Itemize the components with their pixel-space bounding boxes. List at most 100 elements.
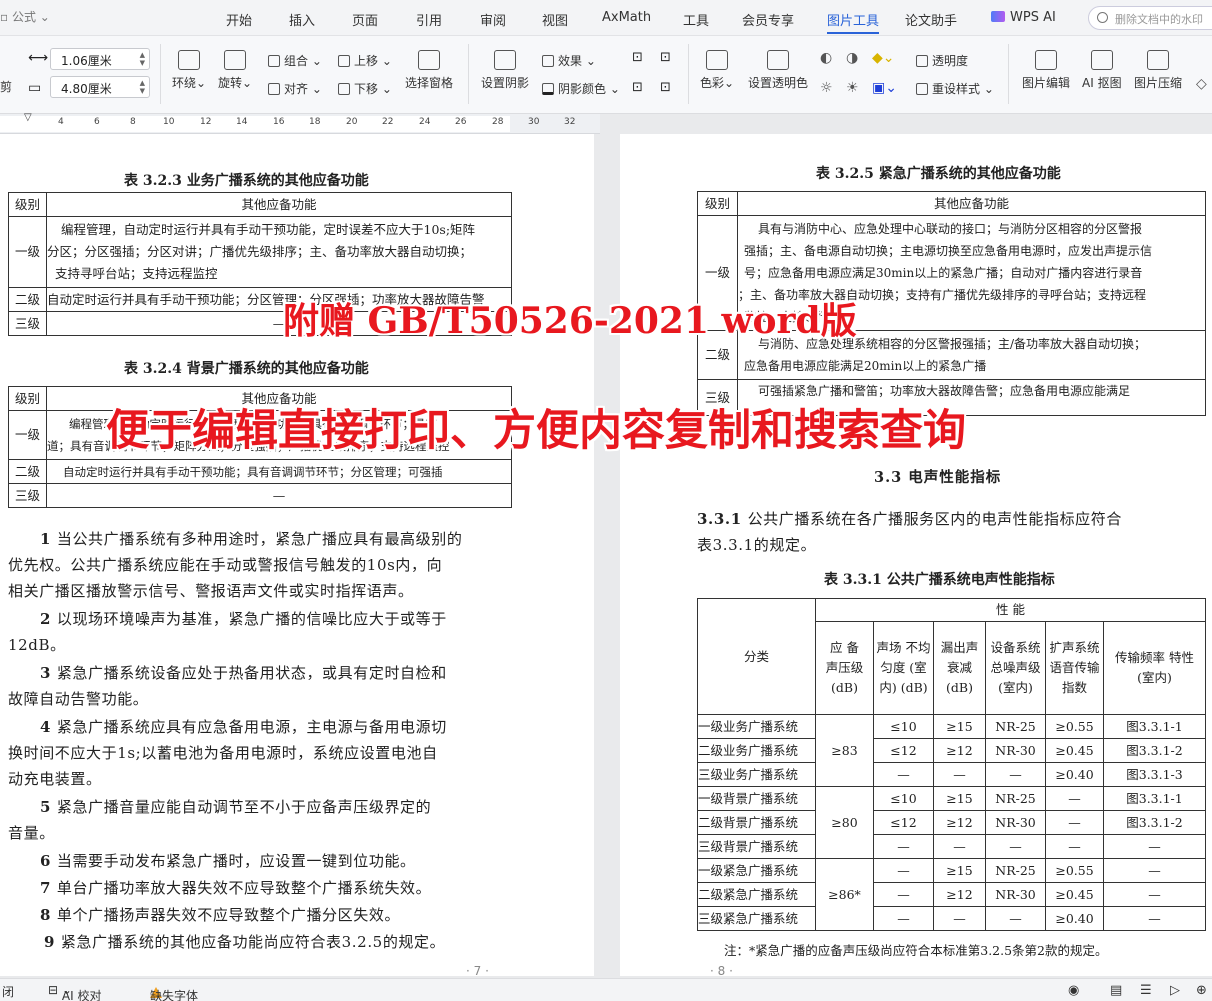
send-backward-icon: [338, 83, 350, 95]
status-left-label[interactable]: 闭: [2, 983, 14, 1000]
tab-member[interactable]: 会员专享: [742, 10, 794, 29]
shadow-nudge-left-icon[interactable]: ⊡: [632, 80, 643, 95]
table-row: 二级业务广播系统 ≤12 ≥12 NR-30 ≥0.45 图3.3.1-2: [697, 738, 1206, 763]
play-icon[interactable]: ▷: [1170, 983, 1180, 998]
transparency-button[interactable]: 透明度: [916, 52, 968, 69]
paragraph-8: 8 单个广播扬声器失效不应导致整个广播分区失效。: [40, 906, 401, 924]
shadow-button[interactable]: 设置阴影: [481, 50, 529, 91]
outline-view-icon[interactable]: ☰: [1140, 983, 1152, 998]
selection-pane-button[interactable]: 选择窗格: [405, 50, 453, 91]
effect-button[interactable]: 效果 ⌄: [542, 52, 596, 69]
tab-references[interactable]: 引用: [416, 10, 442, 29]
brightness-down-icon[interactable]: ☀: [846, 80, 859, 96]
image-edit-button[interactable]: 图片编辑: [1022, 50, 1070, 91]
tab-insert[interactable]: 插入: [289, 10, 315, 29]
search-icon: [1097, 12, 1108, 23]
height-input[interactable]: 4.80厘米 ▲ ▼: [50, 76, 150, 98]
tab-home[interactable]: 开始: [226, 10, 252, 29]
width-spinner[interactable]: ▲ ▼: [140, 51, 145, 67]
paragraph-4: 4 紧急广播系统应具有应急备用电源，主电源与备用电源切 换时间不应大于1s;以蓄…: [8, 718, 447, 788]
contrast-down-icon[interactable]: ◑: [846, 50, 858, 66]
table-row: 三级业务广播系统 — — — ≥0.40 图3.3.1-3: [697, 762, 1206, 787]
tab-view[interactable]: 视图: [542, 10, 568, 29]
table-row: 二级背景广播系统 ≤12 ≥12 NR-30— 图3.3.1-2: [697, 810, 1206, 835]
table-row: 二级紧急广播系统 — ≥12 NR-30 ≥0.45—: [697, 882, 1206, 907]
fill-color-icon[interactable]: ◆⌄: [872, 50, 895, 66]
height-spinner[interactable]: ▲ ▼: [140, 79, 145, 95]
height-icon: ▭: [28, 80, 42, 96]
shadow-color-icon: [542, 83, 554, 95]
width-input[interactable]: 1.06厘米 ▲ ▼: [50, 48, 150, 70]
color-button[interactable]: 色彩⌄: [700, 50, 734, 91]
tab-picture-tools[interactable]: 图片工具: [827, 10, 880, 34]
table-caption: 表 3.2.5 紧急广播系统的其他应备功能: [816, 166, 1061, 182]
transparency-icon: [916, 55, 928, 67]
eye-protection-icon[interactable]: ◉: [1068, 983, 1079, 998]
paragraph-2: 2 以现场环境噪声为基准，紧急广播的信噪比应大于或等于 12dB。: [8, 610, 447, 654]
table-caption: 表 3.2.3 业务广播系统的其他应备功能: [124, 173, 369, 189]
wps-ai-icon: [991, 11, 1005, 22]
table-row: 三级背景广播系统 — — — — —: [697, 834, 1206, 859]
bring-forward-button[interactable]: 上移 ⌄: [338, 52, 392, 69]
shadow-nudge-down-icon[interactable]: ⊡: [660, 80, 671, 95]
search-input[interactable]: 删除文档中的水印: [1088, 6, 1212, 30]
contrast-up-icon[interactable]: ◐: [820, 50, 832, 66]
brightness-up-icon[interactable]: ☼: [820, 80, 833, 96]
tab-tools[interactable]: 工具: [683, 10, 709, 29]
group-icon: [268, 55, 280, 67]
selection-pane-icon: [418, 50, 440, 70]
table-row: 一级背景广播系统 ≥80 ≤10 ≥15 NR-25— 图3.3.1-1: [697, 786, 1206, 859]
group-button[interactable]: 组合 ⌄: [268, 52, 322, 69]
rotate-button[interactable]: 旋转⌄: [218, 50, 252, 91]
document-page-7[interactable]: 表 3.2.3 业务广播系统的其他应备功能 级别 其他应备功能 一级 编程管理，自动…: [0, 134, 594, 978]
paragraph-1: 1 当公共广播系统有多种用途时，紧急广播应具有最高级别的 优先权。公共广播系统应…: [8, 530, 463, 600]
paragraph-5: 5 紧急广播音量应能自动调节至不小于应备声压级界定的 音量。: [8, 798, 432, 842]
effect-icon: [542, 55, 554, 67]
ai-cutout-button[interactable]: AI 抠图: [1082, 50, 1122, 91]
send-backward-button[interactable]: 下移 ⌄: [338, 80, 392, 97]
tab-review[interactable]: 审阅: [480, 10, 506, 29]
compress-button[interactable]: 图片压缩: [1134, 50, 1182, 91]
table-row: 三级紧急广播系统 — — — ≥0.40—: [697, 906, 1206, 931]
crop-button[interactable]: 剪: [0, 78, 12, 95]
wrap-button[interactable]: 环绕⌄: [172, 50, 206, 91]
web-view-icon[interactable]: ⊕: [1196, 983, 1207, 998]
paragraph-6: 6 当需要手动发布紧急广播时，应设置一键到位功能。: [40, 852, 416, 870]
tab-page[interactable]: 页面: [352, 10, 378, 29]
promo-overlay-line-2: 便于编辑直接打印、方便内容复制和搜索查询: [106, 406, 966, 456]
electroacoustic-performance-table: 分类 性 能 应 备 声压级 (dB) 声场 不均匀度 (室内) (dB) 漏出…: [697, 598, 1206, 931]
paragraph-3: 3 紧急广播系统设备应处于热备用状态，或具有定时自检和 故障自动告警功能。: [8, 664, 447, 708]
tab-wps-ai[interactable]: WPS AI: [991, 10, 1056, 25]
section-heading: 3.3 电声性能指标: [874, 469, 1002, 486]
width-icon: ⟷: [28, 50, 49, 66]
image-edit-icon: [1035, 50, 1057, 70]
ruler-indent-marker[interactable]: ▽: [24, 112, 32, 123]
status-bar: 闭 ⊟ AI 校对 ⌄ 缺失字体 ◉ ▤ ☰ ▷ ⊕: [0, 978, 1212, 1001]
bring-forward-icon: [338, 55, 350, 67]
menu-bar: ▫ 公式 ⌄ 开始 插入 页面 引用 审阅 视图 AxMath 工具 会员专享 …: [0, 0, 1212, 36]
table-caption: 表 3.2.4 背景广播系统的其他应备功能: [124, 361, 369, 377]
shadow-color-button[interactable]: 阴影颜色 ⌄: [542, 80, 620, 97]
reset-style-button[interactable]: 重设样式 ⌄: [916, 80, 994, 97]
align-icon: [268, 83, 280, 95]
horizontal-ruler[interactable]: ▽ 4 6 8 10 12 14 16 18 20 22 24 26 28 30…: [0, 112, 600, 134]
wrap-icon: [178, 50, 201, 70]
set-transparent-color-button[interactable]: 设置透明色: [748, 50, 808, 91]
align-button[interactable]: 对齐 ⌄: [268, 80, 322, 97]
tab-axmath[interactable]: AxMath: [602, 10, 651, 25]
formula-dropdown[interactable]: ▫ 公式 ⌄: [0, 8, 50, 25]
tab-thesis-assistant[interactable]: 论文助手: [905, 10, 957, 29]
border-color-icon[interactable]: ▣⌄: [872, 80, 897, 96]
paragraph-9: 9 紧急广播系统的其他应备功能尚应符合表3.2.5的规定。: [44, 933, 446, 951]
document-page-8[interactable]: 表 3.2.5 紧急广播系统的其他应备功能 级别 其他应备功能 一级 具有与消防中心…: [620, 134, 1212, 978]
shadow-nudge-right-icon[interactable]: ⊡: [660, 50, 671, 65]
ai-proofread-button[interactable]: ⊟ AI 校对 ⌄: [48, 983, 101, 1001]
eraser-icon[interactable]: ◇: [1196, 76, 1207, 92]
paragraph-3-3-1: 3.3.1 公共广播系统在各广播服务区内的电声性能指标应符合 表3.3.1的规定…: [697, 510, 1122, 554]
page-view-icon[interactable]: ▤: [1110, 983, 1122, 998]
rotate-icon: [224, 50, 247, 70]
table-row: 一级业务广播系统 ≥83 ≤10 ≥15 NR-25 ≥0.55 图3.3.1-1: [697, 714, 1206, 787]
promo-overlay-line-1: 附赠 GB/T50526-2021 word版: [283, 300, 857, 342]
reset-style-icon: [916, 83, 928, 95]
shadow-nudge-up-icon[interactable]: ⊡: [632, 50, 643, 65]
